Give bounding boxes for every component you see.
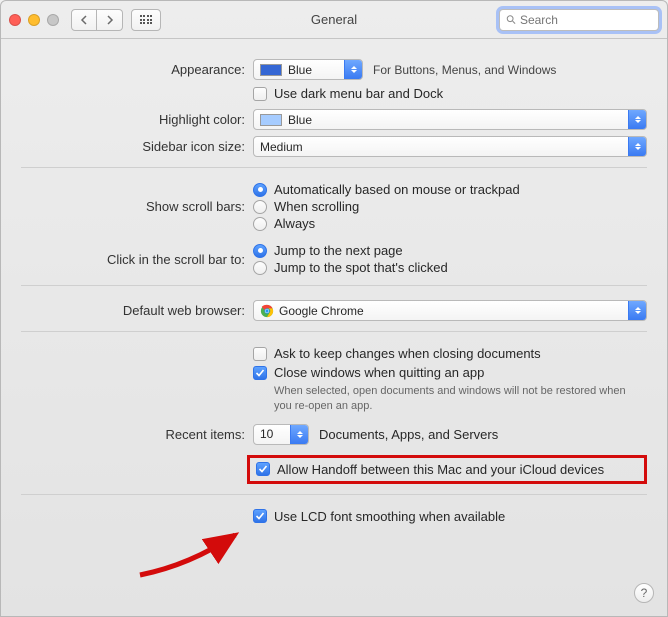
- chevron-updown-icon: [628, 110, 646, 129]
- search-icon: [506, 14, 516, 25]
- checkbox-icon: [253, 87, 267, 101]
- annotation-highlight: Allow Handoff between this Mac and your …: [247, 455, 647, 484]
- sidebar-size-label: Sidebar icon size:: [21, 139, 253, 154]
- divider: [21, 494, 647, 495]
- appearance-swatch: [260, 64, 282, 76]
- radio-icon: [253, 183, 267, 197]
- chevron-updown-icon: [628, 301, 646, 320]
- scroll-when-radio[interactable]: When scrolling: [253, 199, 647, 214]
- scroll-bars-label: Show scroll bars:: [21, 199, 253, 214]
- back-button[interactable]: [71, 9, 97, 31]
- close-windows-checkbox[interactable]: Close windows when quitting an app: [253, 365, 647, 380]
- highlight-value: Blue: [288, 113, 312, 127]
- search-field[interactable]: [499, 9, 659, 31]
- sidebar-size-select[interactable]: Medium: [253, 136, 647, 157]
- lcd-smoothing-checkbox[interactable]: Use LCD font smoothing when available: [253, 509, 647, 524]
- jump-next-radio[interactable]: Jump to the next page: [253, 243, 647, 258]
- sidebar-size-value: Medium: [260, 140, 303, 154]
- appearance-label: Appearance:: [21, 62, 253, 77]
- scroll-auto-radio[interactable]: Automatically based on mouse or trackpad: [253, 182, 647, 197]
- chrome-icon: [260, 304, 274, 318]
- dark-menu-label: Use dark menu bar and Dock: [274, 86, 443, 101]
- default-browser-value: Google Chrome: [279, 304, 364, 318]
- default-browser-select[interactable]: Google Chrome: [253, 300, 647, 321]
- close-window-icon[interactable]: [9, 14, 21, 26]
- handoff-checkbox[interactable]: Allow Handoff between this Mac and your …: [256, 462, 604, 477]
- titlebar: General: [1, 1, 667, 39]
- checkbox-icon: [253, 366, 267, 380]
- appearance-select[interactable]: Blue: [253, 59, 363, 80]
- appearance-value: Blue: [288, 63, 312, 77]
- scroll-always-radio[interactable]: Always: [253, 216, 647, 231]
- highlight-swatch: [260, 114, 282, 126]
- window-controls: [9, 14, 59, 26]
- help-icon: ?: [641, 586, 648, 600]
- zoom-window-icon[interactable]: [47, 14, 59, 26]
- checkbox-icon: [256, 462, 270, 476]
- recent-items-label: Recent items:: [21, 427, 253, 442]
- divider: [21, 285, 647, 286]
- radio-icon: [253, 261, 267, 275]
- close-windows-sub: When selected, open documents and window…: [274, 384, 644, 414]
- chevron-updown-icon: [628, 137, 646, 156]
- content: Appearance: Blue For Buttons, Menus, and…: [1, 39, 667, 540]
- highlight-label: Highlight color:: [21, 112, 253, 127]
- recent-items-select[interactable]: 10: [253, 424, 309, 445]
- checkbox-icon: [253, 509, 267, 523]
- divider: [21, 167, 647, 168]
- search-input[interactable]: [520, 13, 652, 27]
- checkbox-icon: [253, 347, 267, 361]
- divider: [21, 331, 647, 332]
- recent-items-value: 10: [260, 427, 273, 441]
- preferences-window: General Appearance: Blue For Buttons, Me…: [0, 0, 668, 617]
- recent-items-suffix: Documents, Apps, and Servers: [319, 427, 498, 442]
- radio-icon: [253, 217, 267, 231]
- jump-spot-radio[interactable]: Jump to the spot that's clicked: [253, 260, 647, 275]
- show-all-button[interactable]: [131, 9, 161, 31]
- appearance-hint: For Buttons, Menus, and Windows: [373, 63, 556, 77]
- minimize-window-icon[interactable]: [28, 14, 40, 26]
- forward-button[interactable]: [97, 9, 123, 31]
- scroll-click-label: Click in the scroll bar to:: [21, 252, 253, 267]
- highlight-select[interactable]: Blue: [253, 109, 647, 130]
- nav-buttons: [71, 9, 123, 31]
- grid-icon: [140, 15, 153, 24]
- chevron-updown-icon: [290, 425, 308, 444]
- dark-menu-checkbox[interactable]: Use dark menu bar and Dock: [253, 86, 647, 101]
- chevron-updown-icon: [344, 60, 362, 79]
- default-browser-label: Default web browser:: [21, 303, 253, 318]
- radio-icon: [253, 200, 267, 214]
- help-button[interactable]: ?: [634, 583, 654, 603]
- radio-icon: [253, 244, 267, 258]
- ask-keep-changes-checkbox[interactable]: Ask to keep changes when closing documen…: [253, 346, 647, 361]
